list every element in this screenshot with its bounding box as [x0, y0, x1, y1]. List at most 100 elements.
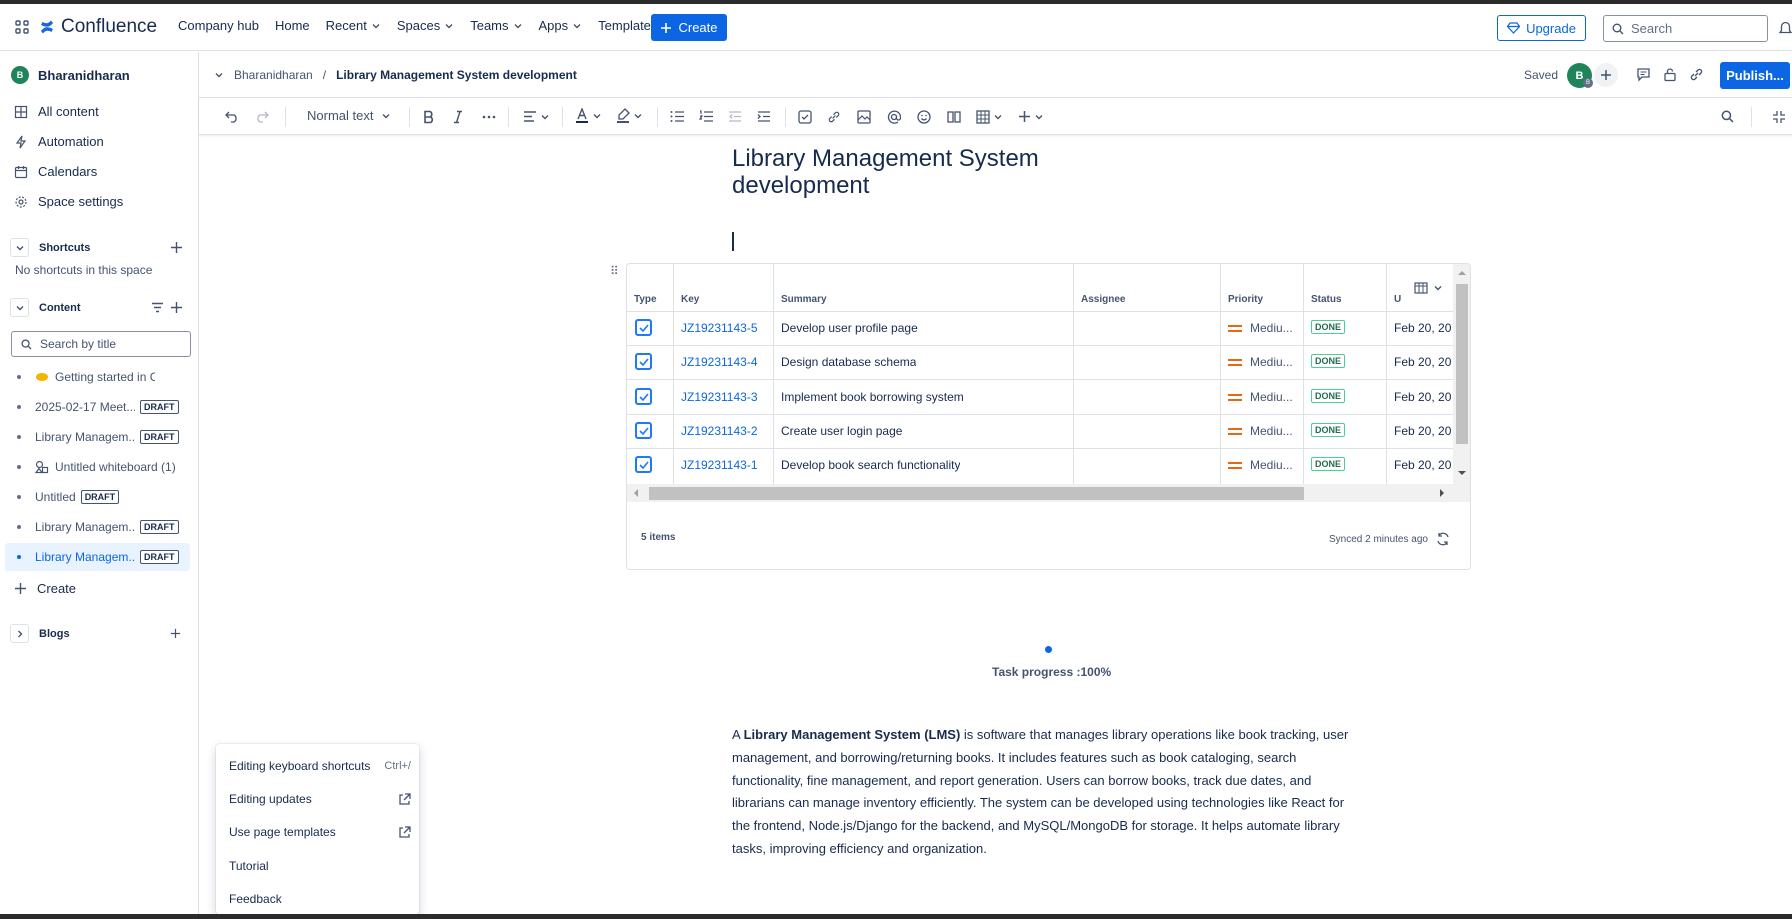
header-priority[interactable]: Priority — [1228, 294, 1263, 305]
horizontal-scrollbar[interactable] — [627, 484, 1470, 502]
image-icon[interactable] — [857, 110, 871, 124]
filter-icon[interactable] — [151, 301, 164, 314]
add-blog-plus-icon[interactable] — [170, 628, 181, 639]
comment-icon[interactable] — [1636, 67, 1651, 82]
confluence-logo[interactable]: Confluence — [39, 16, 157, 38]
vertical-scrollbar[interactable] — [1453, 264, 1471, 484]
menu-item-use-page-templates[interactable]: Use page templates — [229, 825, 411, 839]
tree-item-getting-started[interactable]: Getting started in Co... — [5, 363, 190, 391]
fullwidth-collapse-icon[interactable] — [1772, 110, 1786, 124]
issue-summary[interactable]: Develop book search functionality — [781, 458, 960, 472]
chevron-down-icon[interactable] — [214, 70, 224, 80]
create-button[interactable]: Create — [651, 14, 727, 41]
upgrade-button[interactable]: Upgrade — [1497, 15, 1586, 41]
blogs-section-header[interactable]: Blogs — [10, 624, 70, 643]
sidebar-create-button[interactable]: Create — [14, 581, 76, 596]
column-options-button[interactable] — [1412, 280, 1445, 296]
scroll-left-arrow-icon[interactable] — [629, 484, 643, 502]
description-paragraph[interactable]: A Library Management System (LMS) is sof… — [732, 724, 1362, 861]
table-dropdown[interactable] — [976, 110, 1003, 124]
publish-button[interactable]: Publish... — [1720, 62, 1790, 89]
add-shortcut-plus-icon[interactable] — [170, 241, 183, 254]
horizontal-scroll-thumb[interactable] — [649, 487, 1304, 500]
issue-summary[interactable]: Develop user profile page — [781, 321, 918, 335]
content-toggle[interactable] — [10, 298, 29, 317]
sidebar-item-automation[interactable]: Automation — [14, 134, 104, 149]
text-color-dropdown[interactable] — [575, 108, 602, 124]
nav-recent[interactable]: Recent — [326, 18, 381, 33]
layout-columns-icon[interactable] — [947, 110, 961, 124]
add-content-plus-icon[interactable] — [170, 301, 183, 314]
menu-item-editing-keyboard-shortcuts[interactable]: Editing keyboard shortcuts Ctrl+/ — [229, 759, 411, 773]
italic-icon[interactable] — [453, 110, 463, 124]
issue-summary[interactable]: Create user login page — [781, 424, 902, 438]
scroll-right-arrow-icon[interactable] — [1435, 484, 1449, 502]
add-collaborator-button[interactable] — [1594, 63, 1618, 87]
notifications-bell-icon[interactable] — [1779, 21, 1792, 36]
refresh-icon[interactable] — [1436, 532, 1450, 546]
shortcuts-toggle[interactable] — [10, 238, 29, 257]
space-header[interactable]: B Bharanidharan — [11, 66, 130, 84]
drag-handle-icon[interactable]: ⠿ — [610, 264, 619, 278]
task-checkbox-icon[interactable] — [798, 110, 812, 124]
tree-item-library-management-2[interactable]: Library Managem... DRAFT — [5, 513, 190, 541]
nav-teams[interactable]: Teams — [470, 18, 522, 33]
bullet-list-icon[interactable] — [670, 110, 684, 123]
vertical-scroll-thumb[interactable] — [1456, 284, 1468, 444]
issue-key-link[interactable]: JZ19231143-1 — [681, 458, 758, 472]
issue-key-link[interactable]: JZ19231143-5 — [681, 321, 758, 335]
highlight-dropdown[interactable] — [616, 108, 643, 124]
sidebar-item-calendars[interactable]: Calendars — [14, 164, 97, 179]
issue-key-link[interactable]: JZ19231143-4 — [681, 355, 758, 369]
text-style-dropdown[interactable]: Normal text — [307, 108, 391, 123]
header-key[interactable]: Key — [681, 294, 699, 305]
tree-item-library-management-1[interactable]: Library Managem... DRAFT — [5, 423, 190, 451]
tree-item-untitled-whiteboard[interactable]: Untitled whiteboard (1) — [5, 453, 190, 481]
breadcrumb-parent[interactable]: Bharanidharan — [234, 68, 313, 82]
lock-icon[interactable] — [1663, 67, 1677, 82]
blogs-toggle[interactable] — [10, 624, 29, 643]
link-icon[interactable] — [1689, 67, 1704, 82]
tree-item-meeting-notes[interactable]: 2025-02-17 Meet... DRAFT — [5, 393, 190, 421]
nav-apps[interactable]: Apps — [539, 18, 583, 33]
header-assignee[interactable]: Assignee — [1081, 294, 1125, 305]
header-updated[interactable]: U — [1394, 294, 1401, 305]
header-status[interactable]: Status — [1311, 294, 1342, 305]
menu-item-feedback[interactable]: Feedback — [229, 892, 411, 906]
emoji-icon[interactable] — [917, 110, 931, 124]
find-replace-search-icon[interactable] — [1721, 110, 1734, 123]
issue-summary[interactable]: Design database schema — [781, 355, 916, 369]
nav-company-hub[interactable]: Company hub — [178, 18, 259, 33]
outdent-icon[interactable] — [728, 110, 742, 123]
more-formatting-icon[interactable] — [482, 115, 496, 119]
menu-item-editing-updates[interactable]: Editing updates — [229, 792, 411, 806]
sidebar-item-all-content[interactable]: All content — [14, 104, 99, 119]
scroll-down-arrow-icon[interactable] — [1453, 466, 1471, 480]
nav-home[interactable]: Home — [275, 18, 310, 33]
mention-icon[interactable] — [887, 110, 901, 124]
insert-more-dropdown[interactable] — [1018, 110, 1044, 123]
global-search-input[interactable]: Search — [1603, 15, 1768, 42]
bold-icon[interactable] — [423, 110, 435, 124]
header-type[interactable]: Type — [634, 294, 657, 305]
numbered-list-icon[interactable] — [699, 110, 713, 123]
tree-item-untitled[interactable]: Untitled DRAFT — [5, 483, 190, 511]
content-section-header[interactable]: Content — [10, 298, 81, 317]
sidebar-item-space-settings[interactable]: Space settings — [14, 194, 123, 209]
redo-icon[interactable] — [255, 110, 269, 123]
search-by-title-input[interactable]: Search by title — [11, 331, 191, 357]
undo-icon[interactable] — [225, 110, 239, 123]
page-title[interactable]: Library Management System development — [732, 145, 1062, 199]
tree-item-library-management-3-active[interactable]: Library Managem... DRAFT — [5, 543, 190, 571]
nav-spaces[interactable]: Spaces — [397, 18, 454, 33]
header-summary[interactable]: Summary — [781, 294, 827, 305]
nav-templates[interactable]: Templates — [598, 18, 657, 33]
issue-key-link[interactable]: JZ19231143-3 — [681, 390, 758, 404]
app-switcher-icon[interactable] — [14, 19, 30, 35]
menu-item-tutorial[interactable]: Tutorial — [229, 859, 411, 873]
alignment-dropdown[interactable] — [523, 110, 550, 123]
issue-key-link[interactable]: JZ19231143-2 — [681, 424, 758, 438]
scroll-up-arrow-icon[interactable] — [1453, 266, 1471, 280]
shortcuts-section-header[interactable]: Shortcuts — [10, 238, 90, 257]
indent-icon[interactable] — [757, 110, 771, 123]
